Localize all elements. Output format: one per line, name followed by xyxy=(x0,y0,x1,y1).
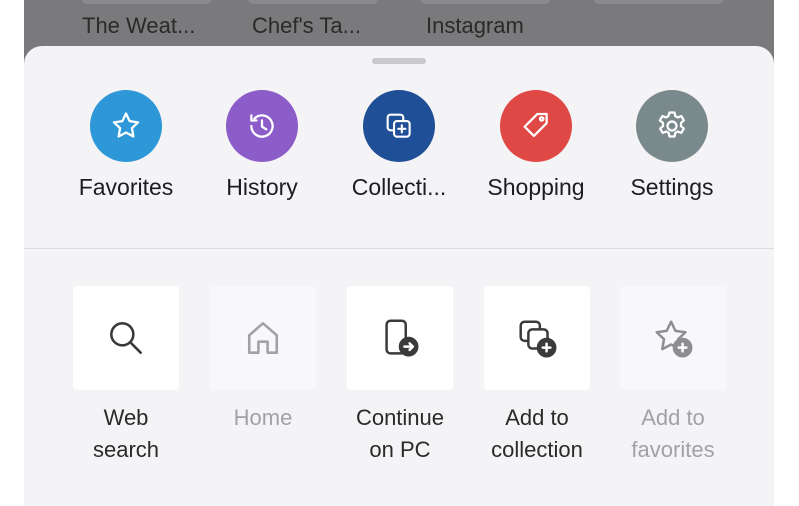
tab-chefs-table: Chef's Ta... xyxy=(252,13,361,38)
collections-icon xyxy=(363,90,435,162)
tab-pill xyxy=(420,0,550,4)
web-search-button[interactable]: Web search xyxy=(73,286,179,466)
add-to-favorites-button[interactable]: Add to favorites xyxy=(620,286,726,466)
history-icon xyxy=(226,90,298,162)
collections-button[interactable]: Collecti... xyxy=(329,90,469,201)
continue-on-pc-icon xyxy=(385,319,419,357)
add-to-collection-button[interactable]: Add to collection xyxy=(484,286,590,466)
add-to-favorites-tile[interactable] xyxy=(620,286,726,390)
web-search-label: Web search xyxy=(92,405,160,462)
menu-sheet: Favorites History Collecti... Shopping S… xyxy=(24,46,774,506)
continue-on-pc-tile[interactable] xyxy=(347,286,453,390)
tab-pill xyxy=(248,0,378,4)
tab-instagram: Instagram xyxy=(426,13,524,38)
section-divider xyxy=(24,248,774,249)
shopping-button[interactable]: Shopping xyxy=(466,90,606,201)
home-icon xyxy=(247,322,279,354)
settings-button[interactable]: Settings xyxy=(602,90,742,201)
tab-pill xyxy=(594,0,724,4)
star-icon xyxy=(90,90,162,162)
continue-on-pc-button[interactable]: Continue on PC xyxy=(347,286,453,466)
add-to-favorites-label: Add to favorites xyxy=(631,405,715,462)
tag-icon xyxy=(500,90,572,162)
gear-icon xyxy=(636,90,708,162)
home-label: Home xyxy=(233,405,293,430)
add-to-collection-tile[interactable] xyxy=(484,286,590,390)
collections-label: Collecti... xyxy=(351,174,447,200)
shopping-label: Shopping xyxy=(487,174,585,200)
history-button[interactable]: History xyxy=(192,90,332,201)
continue-on-pc-label: Continue on PC xyxy=(355,405,445,462)
favorites-label: Favorites xyxy=(78,174,174,200)
search-icon xyxy=(110,322,142,354)
home-tile[interactable] xyxy=(210,286,316,390)
tab-pill xyxy=(82,0,212,4)
favorites-button[interactable]: Favorites xyxy=(56,90,196,201)
web-search-tile[interactable] xyxy=(73,286,179,390)
add-to-favorites-icon xyxy=(655,320,693,358)
background-tab-strip: The Weat... Chef's Ta... Instagram xyxy=(24,0,774,52)
add-to-collection-icon xyxy=(519,320,557,358)
home-button[interactable]: Home xyxy=(210,286,316,434)
add-to-collection-label: Add to collection xyxy=(491,405,583,462)
settings-label: Settings xyxy=(630,174,714,200)
history-label: History xyxy=(226,174,298,200)
tab-the-weather: The Weat... xyxy=(82,13,196,38)
drag-handle[interactable] xyxy=(372,58,426,64)
